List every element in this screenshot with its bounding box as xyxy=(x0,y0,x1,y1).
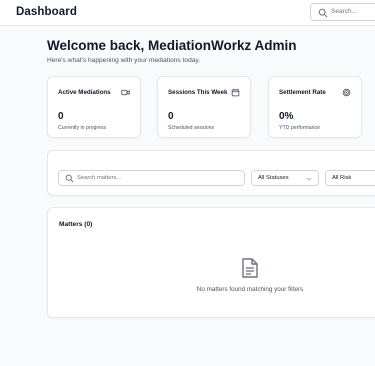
document-icon xyxy=(242,258,258,278)
stat-card-sessions-this-week: Sessions This Week 0 Scheduled sessions xyxy=(157,76,251,138)
empty-state-message: No matters found matching your filters xyxy=(196,286,304,293)
page-title: Dashboard xyxy=(16,6,77,18)
search-icon xyxy=(65,174,74,183)
stat-card-active-mediations: Active Mediations 0 Currently in progres… xyxy=(47,76,141,138)
matters-search-placeholder: Search matters... xyxy=(77,175,122,181)
status-select-value: All Statuses xyxy=(258,175,289,181)
stat-description: Scheduled sessions xyxy=(168,125,215,131)
stat-description: YTD performance xyxy=(279,125,320,131)
stat-label: Settlement Rate xyxy=(279,89,326,96)
stat-label: Sessions This Week xyxy=(168,89,228,96)
filter-bar: Search matters... All Statuses All Risk xyxy=(47,150,375,196)
risk-select-value: All Risk xyxy=(332,175,352,181)
chevron-down-icon xyxy=(306,177,312,181)
stat-description: Currently in progress xyxy=(58,125,107,131)
global-search-placeholder: Search... xyxy=(331,8,358,15)
stat-value: 0 xyxy=(58,111,64,122)
top-header: Dashboard Search... xyxy=(0,0,375,26)
stat-value: 0% xyxy=(279,111,294,122)
status-select[interactable]: All Statuses xyxy=(251,170,319,186)
target-icon xyxy=(342,88,351,97)
stat-label: Active Mediations xyxy=(58,89,111,96)
matters-search-input[interactable]: Search matters... xyxy=(58,170,245,186)
stat-card-settlement-rate: Settlement Rate 0% YTD performance xyxy=(268,76,362,138)
welcome-heading: Welcome back, MediationWorkz Admin xyxy=(47,38,297,53)
welcome-subtitle: Here's what's happening with your mediat… xyxy=(47,57,201,64)
matters-panel: Matters (0) No matters found matching yo… xyxy=(47,207,375,318)
stat-value: 0 xyxy=(168,111,174,122)
calendar-icon xyxy=(231,88,240,97)
global-search-input[interactable]: Search... xyxy=(310,3,375,21)
video-icon xyxy=(121,89,130,96)
search-icon xyxy=(318,8,328,18)
dashboard-page: Dashboard Search... Welcome back, Mediat… xyxy=(0,0,375,366)
risk-select[interactable]: All Risk xyxy=(325,170,375,186)
matters-heading: Matters (0) xyxy=(59,221,93,228)
